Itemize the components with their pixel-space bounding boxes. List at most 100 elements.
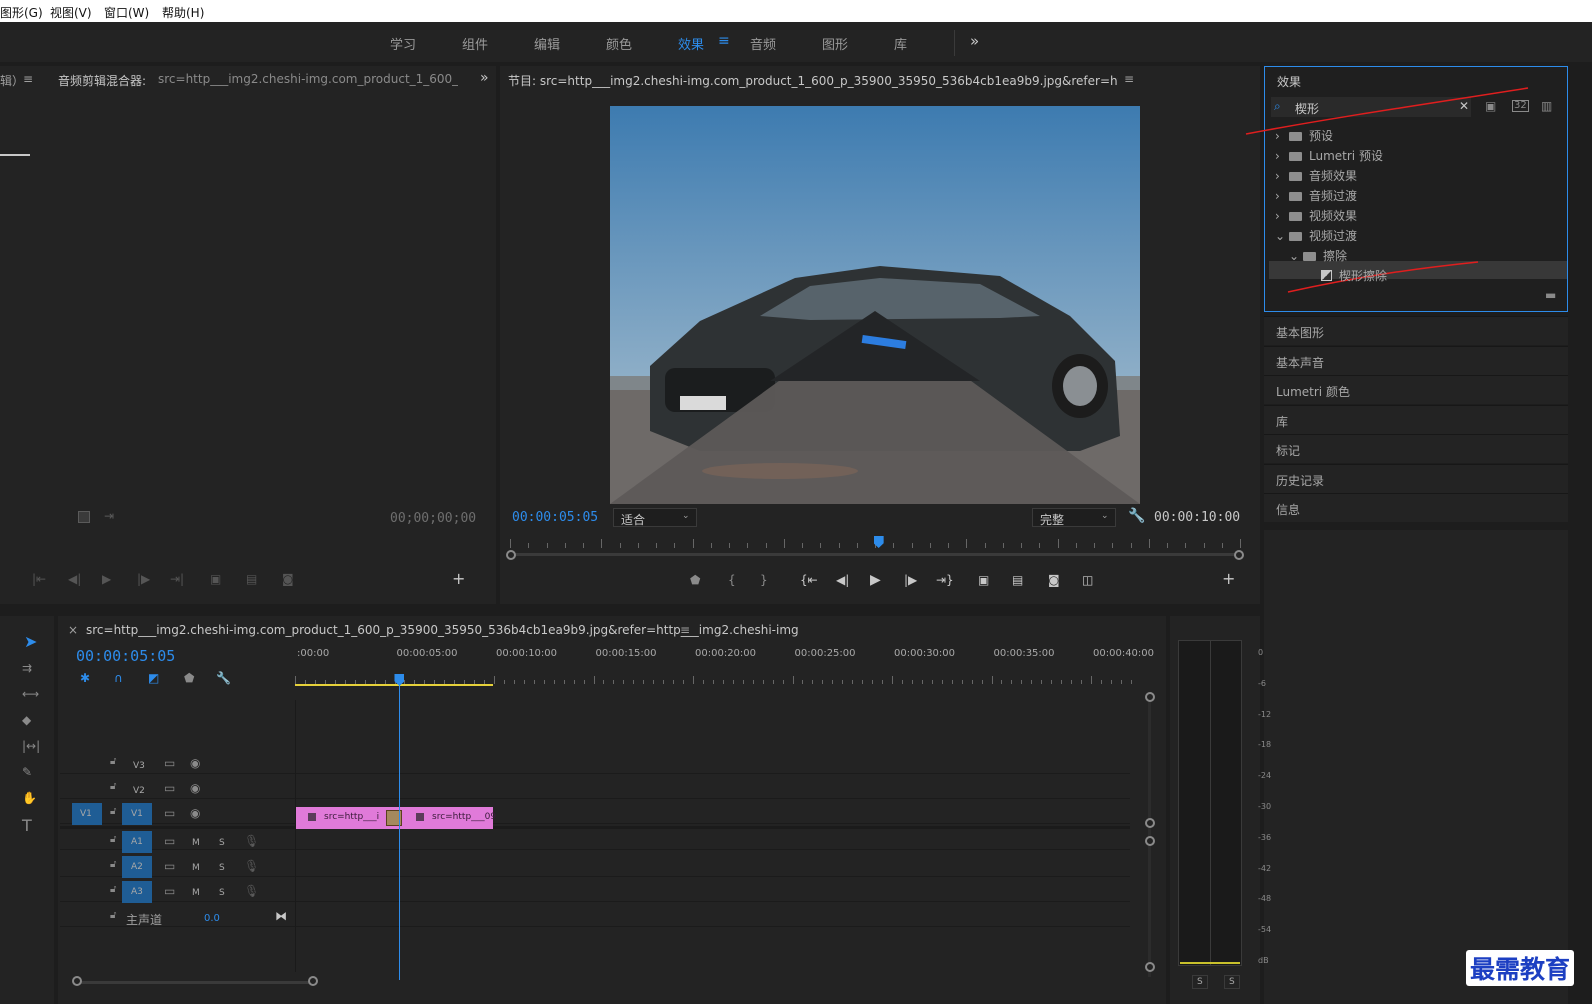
work-area-bar[interactable] xyxy=(295,684,493,686)
clip-v1[interactable]: src=http___i src=http___09 xyxy=(296,807,496,829)
slip-tool-icon[interactable]: |↔| xyxy=(22,740,40,752)
sync-lock-icon[interactable]: ▭ xyxy=(164,757,175,769)
chevron-icon[interactable]: › xyxy=(1275,169,1289,183)
chevron-icon[interactable]: › xyxy=(1275,129,1289,143)
preset-folder-icon xyxy=(1289,132,1302,141)
selection-tool-icon[interactable]: ➤ xyxy=(24,634,37,650)
sequence-title[interactable]: src=http___img2.cheshi-img.com_product_1… xyxy=(86,623,799,637)
side-panel-tab[interactable]: 基本图形 xyxy=(1264,316,1568,345)
chevron-icon[interactable]: › xyxy=(1275,209,1289,223)
add-marker-icon[interactable]: ⬟ xyxy=(184,672,194,684)
pen-tool-icon[interactable]: ✎ xyxy=(22,766,32,778)
track-select-tool-icon[interactable]: ⇉ xyxy=(22,662,32,674)
eye-icon[interactable]: ◉ xyxy=(190,757,200,769)
effects-tree-row[interactable]: › Lumetri 预设 xyxy=(1275,147,1383,164)
effects-tree-label: 视频效果 xyxy=(1309,209,1358,223)
sync-lock-icon[interactable]: ▭ xyxy=(164,807,175,819)
microphone-icon[interactable]: 🎙︎ xyxy=(244,885,259,897)
ruler-tick xyxy=(613,680,615,684)
side-panel-tab[interactable]: 基本声音 xyxy=(1264,345,1568,375)
ruler-tick xyxy=(732,680,734,684)
type-tool-icon[interactable]: T xyxy=(22,818,32,834)
scroll-handle[interactable] xyxy=(1145,836,1155,846)
sync-lock-icon[interactable]: ▭ xyxy=(164,860,175,872)
side-panel-tab[interactable]: 历史记录 xyxy=(1264,463,1568,493)
snap-icon[interactable]: ∩ xyxy=(114,672,123,684)
effects-tree-row[interactable]: › 预设 xyxy=(1275,127,1333,144)
scroll-left-handle[interactable] xyxy=(72,976,82,986)
eye-icon[interactable]: ◉ xyxy=(190,782,200,794)
side-panel-tab[interactable]: Lumetri 颜色 xyxy=(1264,375,1568,404)
track-target-a1[interactable]: A1 xyxy=(122,831,152,853)
lock-icon[interactable]: 🔓︎ xyxy=(110,835,116,845)
ruler-tick xyxy=(583,680,585,684)
meter-solo-left[interactable]: S xyxy=(1192,975,1208,989)
track-label-v2[interactable]: V2 xyxy=(133,786,145,796)
effects-tree-row[interactable]: ⌄ 擦除 xyxy=(1289,247,1347,264)
mute-button[interactable]: M xyxy=(192,888,200,898)
nest-icon[interactable]: ✱ xyxy=(80,672,90,684)
ripple-edit-tool-icon[interactable]: ⟷ xyxy=(22,688,39,700)
timeline-ruler-ticks[interactable] xyxy=(295,676,1135,684)
mute-button[interactable]: M xyxy=(192,863,200,873)
timeline-settings-icon[interactable]: 🔧 xyxy=(216,672,231,684)
lock-icon[interactable]: 🔓︎ xyxy=(110,807,116,817)
scroll-right-handle[interactable] xyxy=(308,976,318,986)
scroll-handle[interactable] xyxy=(1145,962,1155,972)
hand-tool-icon[interactable]: ✋ xyxy=(22,792,37,804)
master-volume-value[interactable]: 0.0 xyxy=(204,913,220,924)
effects-tree-row[interactable]: › 音频效果 xyxy=(1275,167,1357,184)
sync-lock-icon[interactable]: ▭ xyxy=(164,782,175,794)
microphone-icon[interactable]: 🎙︎ xyxy=(244,835,259,847)
track-target-a3[interactable]: A3 xyxy=(122,881,152,903)
effects-tree-row[interactable]: ⌄ 视频过渡 xyxy=(1275,227,1357,244)
horizontal-scrollbar[interactable] xyxy=(75,981,315,984)
scroll-handle[interactable] xyxy=(1145,818,1155,828)
chevron-icon[interactable]: ⌄ xyxy=(1289,249,1303,263)
lock-icon[interactable]: 🔓︎ xyxy=(110,757,116,767)
sync-lock-icon[interactable]: ▭ xyxy=(164,835,175,847)
chevron-icon[interactable]: › xyxy=(1275,189,1289,203)
side-panel-tab[interactable]: 库 xyxy=(1264,404,1568,434)
track-v3 xyxy=(60,750,1130,774)
empty-track-space xyxy=(60,700,1130,748)
effects-tree-row[interactable]: › 音频过渡 xyxy=(1275,187,1357,204)
effects-tree-row[interactable]: 楔形擦除 xyxy=(1307,267,1387,284)
lock-icon[interactable]: 🔓︎ xyxy=(110,911,116,921)
meter-scale-label: -18 xyxy=(1258,740,1272,750)
chevron-icon[interactable]: › xyxy=(1275,149,1289,163)
ruler-tick xyxy=(1081,680,1083,684)
chevron-icon[interactable]: ⌄ xyxy=(1275,229,1289,243)
scroll-handle[interactable] xyxy=(1145,692,1155,702)
timeline-timecode[interactable]: 00:00:05:05 xyxy=(76,647,175,665)
solo-button[interactable]: S xyxy=(219,863,225,873)
ruler-tick xyxy=(1001,680,1003,684)
sync-lock-icon[interactable]: ▭ xyxy=(164,885,175,897)
close-sequence-icon[interactable]: × xyxy=(68,623,78,637)
master-keyframe-icon[interactable]: ⧓ xyxy=(275,910,287,922)
microphone-icon[interactable]: 🎙︎ xyxy=(244,860,259,872)
effects-tree-row[interactable]: › 视频效果 xyxy=(1275,207,1357,224)
eye-icon[interactable]: ◉ xyxy=(190,807,200,819)
side-panel-tab[interactable]: 信息 xyxy=(1264,493,1568,522)
lock-icon[interactable]: 🔓︎ xyxy=(110,782,116,792)
ruler-tick xyxy=(812,680,814,684)
track-label-v3[interactable]: V3 xyxy=(133,761,145,771)
razor-tool-icon[interactable]: ◆ xyxy=(22,714,31,726)
track-target-v1[interactable]: V1 xyxy=(122,803,152,825)
timeline-menu-icon[interactable]: ≡ xyxy=(680,623,690,637)
ruler-tick xyxy=(832,680,834,684)
solo-button[interactable]: S xyxy=(219,888,225,898)
meter-solo-right[interactable]: S xyxy=(1224,975,1240,989)
lock-icon[interactable]: 🔓︎ xyxy=(110,860,116,870)
side-panel-tab[interactable]: 标记 xyxy=(1264,434,1568,463)
solo-button[interactable]: S xyxy=(219,838,225,848)
lock-icon[interactable]: 🔓︎ xyxy=(110,885,116,895)
ruler-tick xyxy=(961,680,963,684)
mute-button[interactable]: M xyxy=(192,838,200,848)
track-target-a2[interactable]: A2 xyxy=(122,856,152,878)
source-patch-v1[interactable]: V1 xyxy=(72,803,102,825)
ruler-tick xyxy=(772,680,774,684)
preset-folder-icon xyxy=(1289,152,1302,161)
linked-selection-icon[interactable]: ◩ xyxy=(148,672,159,684)
